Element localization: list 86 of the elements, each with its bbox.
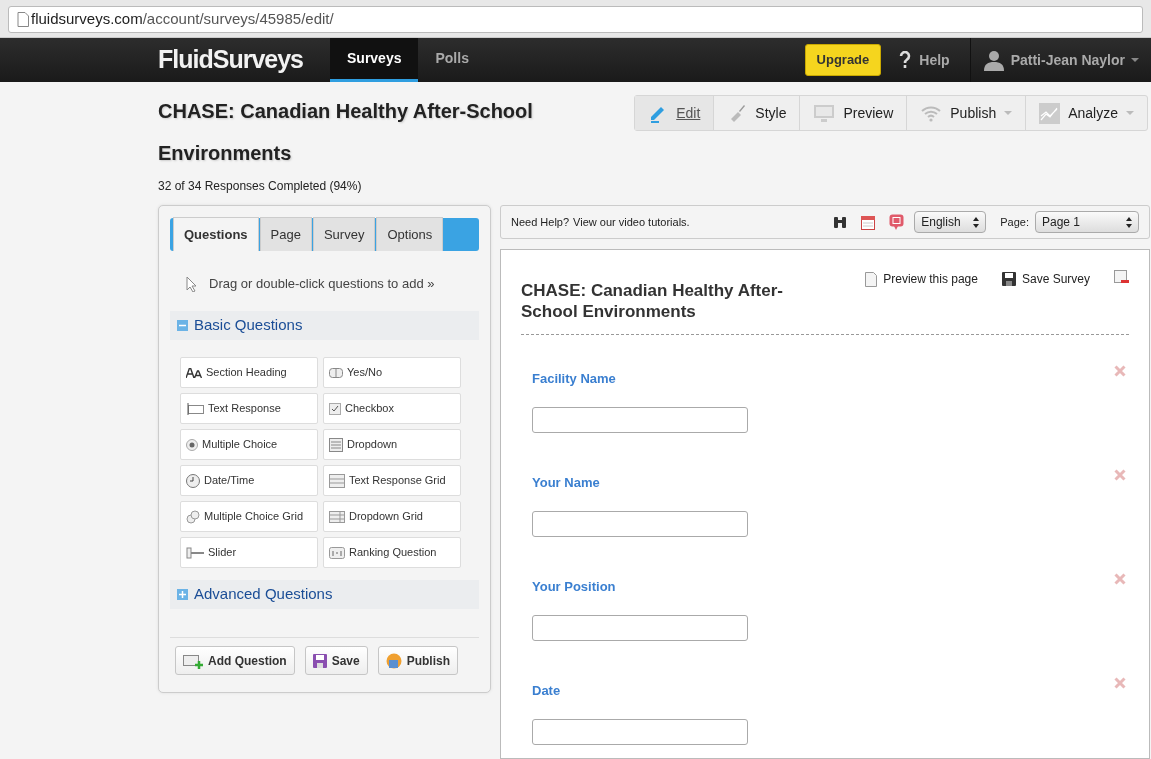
caret-icon: [1131, 58, 1139, 62]
font-size-icon: [186, 367, 202, 378]
toolbar-button[interactable]: Style: [714, 96, 801, 130]
radio-icon: [186, 438, 198, 451]
section-header[interactable]: Basic Questions: [170, 311, 479, 340]
delete-icon[interactable]: [1114, 365, 1126, 377]
question-type-item[interactable]: Multiple Choice: [180, 429, 318, 460]
checkbox-icon: [329, 402, 341, 415]
user-icon: [982, 49, 1005, 71]
radio-grid-icon: [186, 509, 200, 524]
delete-icon[interactable]: [1114, 573, 1126, 585]
survey-action-link[interactable]: Save Survey: [1001, 270, 1090, 288]
form-remove-icon: [1114, 270, 1129, 285]
panel-button[interactable]: Add Question: [175, 646, 295, 675]
help-link[interactable]: Help: [899, 38, 950, 82]
add-icon: [183, 652, 203, 669]
user-menu[interactable]: Patti-Jean Naylor: [969, 38, 1151, 82]
survey-title: CHASE: Canadian Healthy After-School Environments: [158, 99, 534, 166]
url-host: fluidsurveys.com: [31, 10, 143, 28]
text-field-icon: [186, 402, 204, 415]
page-select[interactable]: Page 1: [1035, 211, 1139, 233]
panel-button[interactable]: Publish: [377, 646, 459, 675]
help-text: Need Help?: [511, 214, 570, 230]
clock-icon: [186, 473, 200, 488]
language-select[interactable]: English: [914, 211, 987, 233]
section-header[interactable]: Advanced Questions: [170, 580, 479, 609]
question-type-item[interactable]: Text Response: [180, 393, 318, 424]
hint-text: Drag or double-click questions to add »: [209, 275, 435, 294]
question-label: Your Position: [532, 578, 617, 596]
survey-action-link[interactable]: Preview this page: [865, 270, 978, 288]
comment-icon: [889, 214, 905, 230]
ranking-icon: [329, 545, 345, 560]
question-type-item[interactable]: Ranking Question: [323, 537, 461, 568]
document-icon: [865, 271, 878, 287]
list-icon: [329, 437, 343, 452]
tutorials-link[interactable]: View our video tutorials.: [573, 213, 690, 231]
toggle-icon: [329, 367, 343, 378]
question-type-item[interactable]: Dropdown: [323, 429, 461, 460]
toolbar-button[interactable]: Publish: [907, 96, 1027, 130]
panel-tab[interactable]: Questions: [173, 216, 259, 251]
responses-summary: 32 of 34 Responses Completed (94%): [158, 178, 363, 195]
panel-tab[interactable]: Page: [259, 216, 312, 251]
question-type-item[interactable]: Dropdown Grid: [323, 501, 461, 532]
chart-icon: [1039, 102, 1061, 124]
calendar-icon: [861, 214, 876, 230]
panel-button[interactable]: Save: [304, 646, 368, 675]
url-path: /account/surveys/45985/edit/: [142, 10, 334, 28]
logo[interactable]: FluidSurveys: [158, 41, 303, 79]
monitor-icon: [813, 103, 836, 123]
delete-icon[interactable]: [1114, 469, 1126, 481]
input-field[interactable]: [532, 718, 748, 745]
wifi-icon: [920, 104, 943, 122]
question-type-item[interactable]: Slider: [180, 537, 318, 568]
spinner-icon: [973, 216, 980, 228]
question-label: Your Name: [532, 474, 601, 492]
question-type-item[interactable]: Yes/No: [323, 357, 461, 388]
panel-tab[interactable]: Options: [376, 216, 444, 251]
question-type-item[interactable]: Text Response Grid: [323, 465, 461, 496]
toolbar-button[interactable]: Preview: [800, 96, 908, 130]
page-icon: [17, 12, 29, 27]
delete-icon[interactable]: [1114, 677, 1126, 689]
toolbar-button[interactable]: Analyze: [1026, 96, 1147, 130]
panel-tab[interactable]: Survey: [312, 216, 376, 251]
toolbar-button[interactable]: Edit: [635, 96, 715, 130]
question-label: Date: [532, 682, 562, 700]
page-label: Page:: [1000, 214, 1029, 230]
address-bar[interactable]: fluidsurveys.com/account/surveys/45985/edit/: [8, 6, 1143, 33]
question-type-item[interactable]: Checkbox: [323, 393, 461, 424]
input-field[interactable]: [532, 510, 748, 537]
dropdown-grid-icon: [329, 510, 345, 523]
question-label: Facility Name: [532, 370, 617, 388]
question-type-item[interactable]: Multiple Choice Grid: [180, 501, 318, 532]
survey-heading: CHASE: Canadian Healthy After-School Environments: [521, 280, 784, 322]
question-type-item[interactable]: Section Heading: [180, 357, 318, 388]
question-mark-icon: [899, 51, 912, 69]
nav-tab[interactable]: Surveys: [330, 38, 419, 82]
nav-tab[interactable]: Polls: [418, 38, 486, 82]
question-type-item[interactable]: Date/Time: [180, 465, 318, 496]
input-field[interactable]: [532, 406, 748, 433]
grid-icon: [329, 473, 345, 488]
slider-icon: [186, 546, 204, 559]
cursor-icon: [186, 276, 197, 292]
broadcast-icon: [385, 652, 402, 669]
spinner-icon: [1126, 216, 1132, 228]
input-field[interactable]: [532, 614, 748, 641]
upgrade-button[interactable]: Upgrade: [804, 44, 882, 76]
